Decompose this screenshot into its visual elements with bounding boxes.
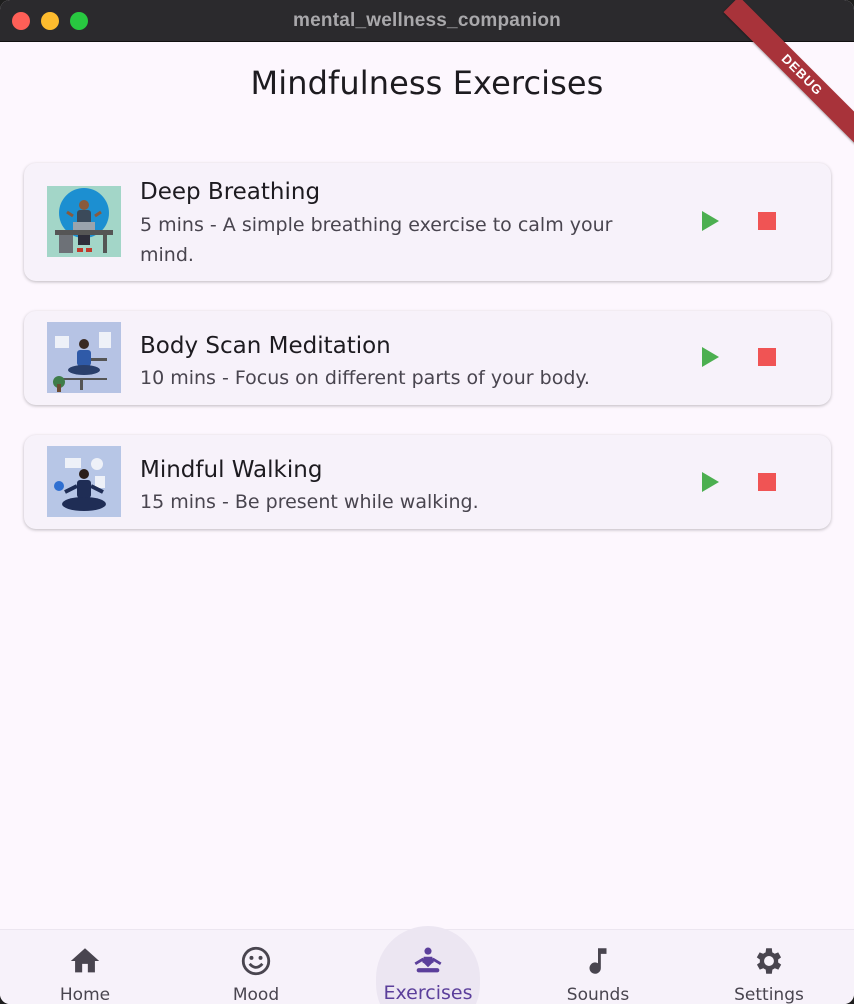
exercise-image: [47, 446, 121, 517]
nav-label: Home: [59, 985, 111, 1004]
app-window: mental_wellness_companion DEBUG Mindfuln…: [0, 0, 854, 1004]
man-meditating-illustration: [47, 446, 121, 517]
nav-item-sounds[interactable]: Sounds: [528, 930, 668, 1004]
nav-item-settings[interactable]: Settings: [699, 930, 839, 1004]
bottom-navigation-bar: Home Mood Exercises Sounds Settings: [0, 926, 854, 1004]
music-note-icon: [589, 948, 607, 974]
man-at-desk-illustration: [47, 186, 121, 257]
page-title: Mindfulness Exercises: [250, 64, 604, 102]
stop-icon[interactable]: [757, 347, 777, 367]
gear-icon: [756, 948, 782, 974]
exercise-card[interactable]: Body Scan Meditation 10 mins - Focus on …: [24, 311, 831, 405]
stop-icon[interactable]: [757, 211, 777, 231]
home-icon: [70, 948, 100, 973]
nav-label: Mood: [232, 985, 280, 1004]
exercise-description: 10 mins - Focus on different parts of yo…: [140, 367, 590, 389]
exercise-title: Deep Breathing: [140, 179, 321, 205]
nav-item-exercises[interactable]: Exercises: [358, 930, 498, 1004]
smiley-icon: [241, 946, 271, 976]
nav-label: Sounds: [566, 985, 630, 1004]
nav-item-mood[interactable]: Mood: [186, 930, 326, 1004]
exercise-image: [47, 186, 121, 257]
exercise-title: Mindful Walking: [140, 457, 323, 483]
nav-label: Exercises: [383, 982, 473, 1004]
exercise-card[interactable]: Mindful Walking 15 mins - Be present whi…: [24, 435, 831, 529]
play-icon[interactable]: [700, 346, 720, 368]
woman-meditating-illustration: [47, 322, 121, 393]
nav-item-home[interactable]: Home: [15, 930, 155, 1004]
nav-label: Settings: [734, 985, 804, 1004]
play-icon[interactable]: [700, 210, 720, 232]
meditation-icon: [414, 947, 442, 973]
exercise-description: 15 mins - Be present while walking.: [140, 491, 479, 513]
exercise-image: [47, 322, 121, 393]
exercise-card[interactable]: Deep Breathing 5 mins - A simple breathi…: [24, 163, 831, 281]
exercise-description: 5 mins - A simple breathing exercise to …: [140, 214, 613, 266]
play-icon[interactable]: [700, 471, 720, 493]
exercise-title: Body Scan Meditation: [140, 333, 391, 359]
title-bar: mental_wellness_companion: [0, 0, 854, 42]
stop-icon[interactable]: [757, 472, 777, 492]
